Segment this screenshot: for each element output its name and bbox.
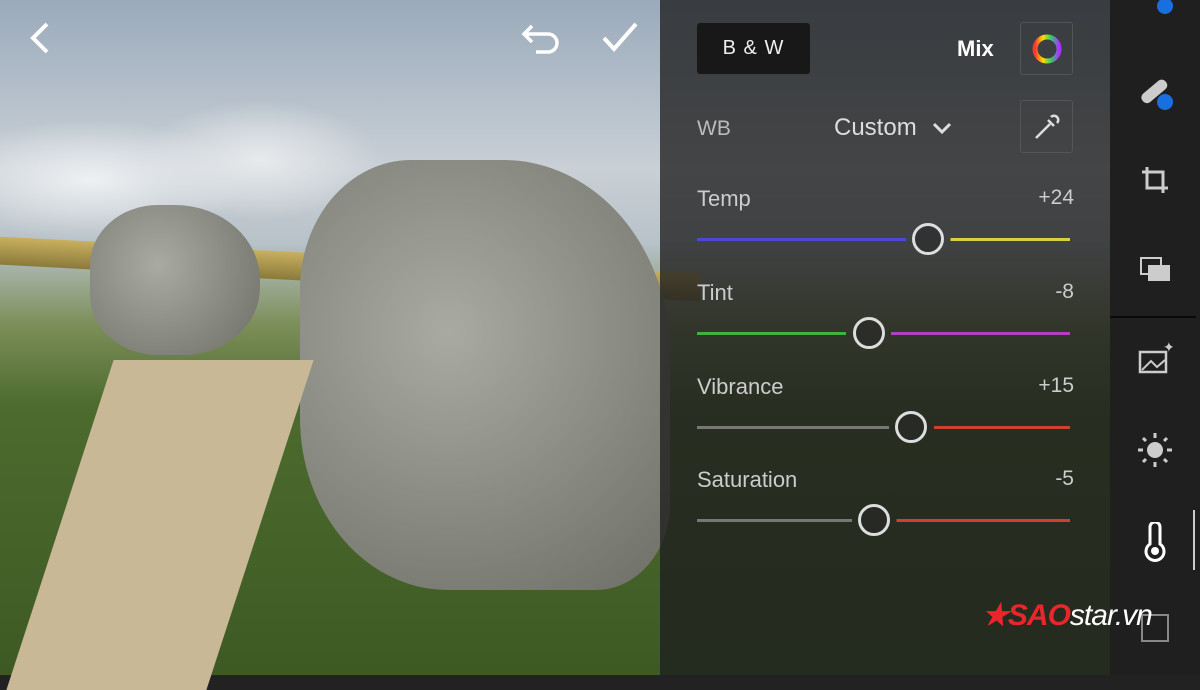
slider-label-vibrance: Vibrance — [697, 374, 784, 399]
slider-label-saturation: Saturation — [697, 467, 798, 492]
slider-vibrance[interactable] — [697, 411, 1070, 443]
healing-icon[interactable] — [1135, 72, 1175, 112]
saostar-watermark-logo: ★SAOstar.vn — [982, 599, 1153, 632]
svg-text:✦: ✦ — [1163, 340, 1173, 355]
slider-thumb[interactable] — [858, 504, 891, 536]
light-sun-icon[interactable] — [1135, 430, 1175, 470]
confirm-check-icon[interactable] — [600, 20, 640, 65]
wb-dropdown[interactable]: Custom — [834, 114, 953, 142]
slider-tint[interactable] — [697, 317, 1070, 349]
slider-thumb[interactable] — [852, 317, 885, 349]
slider-value-vibrance[interactable]: +15 — [1038, 374, 1074, 398]
color-wheel-icon — [1032, 34, 1061, 63]
slider-label-tint: Tint — [697, 280, 733, 305]
eyedropper-icon — [1034, 114, 1059, 139]
wb-value: Custom — [834, 114, 917, 141]
auto-enhance-icon[interactable]: ✦ — [1135, 338, 1175, 378]
stone-hand-left — [90, 205, 260, 355]
color-thermometer-icon[interactable] — [1135, 522, 1175, 562]
crop-icon[interactable] — [1135, 160, 1175, 200]
stone-hand-right — [300, 160, 670, 590]
mix-label: Mix — [957, 36, 994, 61]
color-mix-button[interactable] — [1020, 22, 1073, 75]
selective-edit-icon[interactable] — [1135, 0, 1175, 28]
eyedropper-button[interactable] — [1020, 100, 1073, 153]
slider-value-temp[interactable]: +24 — [1038, 186, 1074, 210]
wb-label: WB — [697, 117, 731, 140]
chevron-down-icon — [933, 122, 952, 135]
slider-saturation[interactable] — [697, 504, 1070, 536]
presets-icon[interactable] — [1135, 250, 1175, 290]
slider-thumb[interactable] — [912, 223, 945, 255]
walkway — [6, 360, 314, 690]
slider-label-temp: Temp — [697, 186, 751, 211]
undo-icon[interactable] — [520, 22, 562, 65]
slider-value-saturation[interactable]: -5 — [1055, 467, 1074, 491]
slider-temp[interactable] — [697, 223, 1070, 255]
toolbar-divider — [1110, 316, 1196, 318]
toolbar-scrollbar[interactable] — [1193, 510, 1195, 570]
back-icon[interactable] — [25, 18, 55, 67]
slider-value-tint[interactable]: -8 — [1055, 280, 1074, 304]
black-white-button[interactable]: B & W — [697, 23, 810, 74]
